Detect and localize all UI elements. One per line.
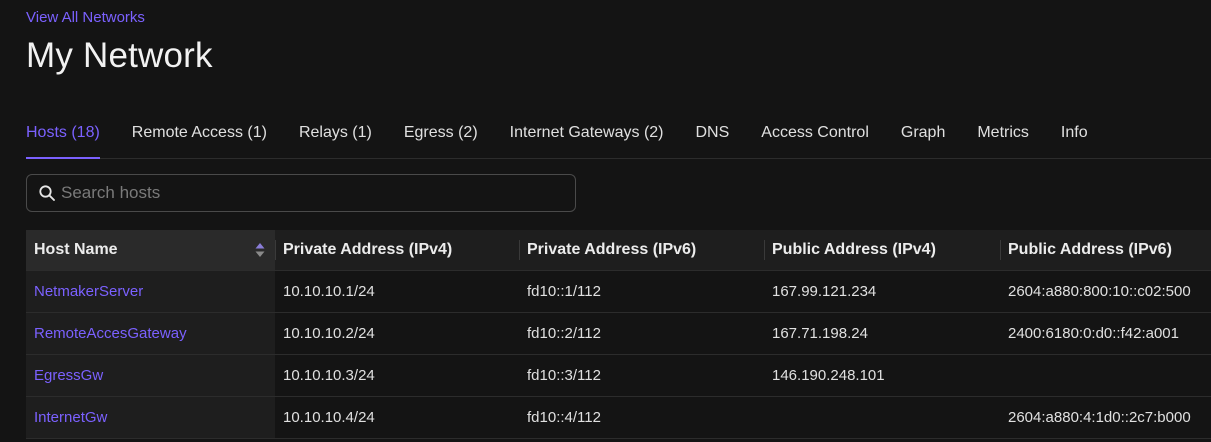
tab-relays[interactable]: Relays (1) <box>299 110 372 158</box>
column-header-private-ipv6[interactable]: Private Address (IPv6) <box>519 230 764 271</box>
table-row: RemoteAccesGateway 10.10.10.2/24 fd10::2… <box>26 312 1211 355</box>
host-name-cell: RemoteAccesGateway <box>26 312 275 355</box>
private-ipv4-cell: 10.10.10.2/24 <box>275 312 519 355</box>
tab-access-control[interactable]: Access Control <box>761 110 869 158</box>
search-box <box>26 174 576 212</box>
host-name-cell: InternetGw <box>26 396 275 439</box>
tab-hosts[interactable]: Hosts (18) <box>26 110 100 159</box>
tab-info[interactable]: Info <box>1061 110 1088 158</box>
public-ipv4-cell: 146.190.248.101 <box>764 354 1000 397</box>
table-header-row: Host Name Private Address (IPv4) Private… <box>26 230 1211 271</box>
private-ipv6-cell: fd10::2/112 <box>519 312 764 355</box>
column-header-label: Host Name <box>34 241 118 258</box>
public-ipv6-cell: 2604:a880:800:10::c02:500 <box>1000 270 1211 313</box>
host-name-cell: EgressGw <box>26 354 275 397</box>
tab-dns[interactable]: DNS <box>696 110 730 158</box>
tab-bar: Hosts (18) Remote Access (1) Relays (1) … <box>26 110 1211 159</box>
public-ipv6-cell: 2400:6180:0:d0::f42:a001 <box>1000 312 1211 355</box>
public-ipv6-cell: 2604:a880:4:1d0::2c7:b000 <box>1000 396 1211 439</box>
column-header-public-ipv4[interactable]: Public Address (IPv4) <box>764 230 1000 271</box>
private-ipv4-cell: 10.10.10.3/24 <box>275 354 519 397</box>
private-ipv6-cell: fd10::1/112 <box>519 270 764 313</box>
tab-egress[interactable]: Egress (2) <box>404 110 478 158</box>
page: View All Networks My Network Hosts (18) … <box>0 0 1211 442</box>
private-ipv4-cell: 10.10.10.1/24 <box>275 270 519 313</box>
tab-metrics[interactable]: Metrics <box>977 110 1029 158</box>
host-name-cell: NetmakerServer <box>26 270 275 313</box>
table-row: NetmakerServer 10.10.10.1/24 fd10::1/112… <box>26 270 1211 313</box>
public-ipv4-cell: 167.71.198.24 <box>764 312 1000 355</box>
table-row: InternetGw 10.10.10.4/24 fd10::4/112 260… <box>26 396 1211 439</box>
public-ipv4-cell: 167.99.121.234 <box>764 270 1000 313</box>
tab-remote-access[interactable]: Remote Access (1) <box>132 110 267 158</box>
host-link[interactable]: NetmakerServer <box>34 283 143 300</box>
host-link[interactable]: EgressGw <box>34 367 103 384</box>
page-title: My Network <box>26 36 213 75</box>
view-all-networks-link[interactable]: View All Networks <box>26 9 145 26</box>
private-ipv6-cell: fd10::3/112 <box>519 354 764 397</box>
hosts-table-container: Host Name Private Address (IPv4) Private… <box>26 230 1211 442</box>
tab-internet-gateways[interactable]: Internet Gateways (2) <box>510 110 664 158</box>
public-ipv6-cell <box>1000 354 1211 397</box>
host-link[interactable]: RemoteAccesGateway <box>34 325 187 342</box>
private-ipv4-cell: 10.10.10.4/24 <box>275 396 519 439</box>
private-ipv6-cell: fd10::4/112 <box>519 396 764 439</box>
search-input[interactable] <box>56 175 575 211</box>
tab-graph[interactable]: Graph <box>901 110 945 158</box>
column-header-host-name[interactable]: Host Name <box>26 230 275 271</box>
host-link[interactable]: InternetGw <box>34 409 107 426</box>
sort-icon[interactable] <box>255 242 265 258</box>
search-icon <box>38 184 56 202</box>
hosts-table: Host Name Private Address (IPv4) Private… <box>26 230 1211 439</box>
column-header-private-ipv4[interactable]: Private Address (IPv4) <box>275 230 519 271</box>
table-row: EgressGw 10.10.10.3/24 fd10::3/112 146.1… <box>26 354 1211 397</box>
public-ipv4-cell <box>764 396 1000 439</box>
column-header-public-ipv6[interactable]: Public Address (IPv6) <box>1000 230 1211 271</box>
